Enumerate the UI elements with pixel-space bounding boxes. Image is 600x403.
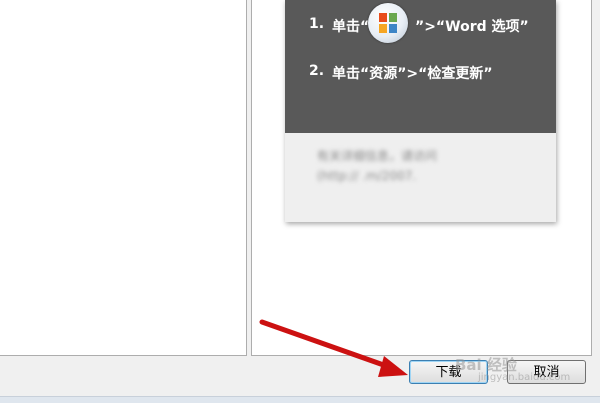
red-arrow-annotation xyxy=(259,319,408,377)
